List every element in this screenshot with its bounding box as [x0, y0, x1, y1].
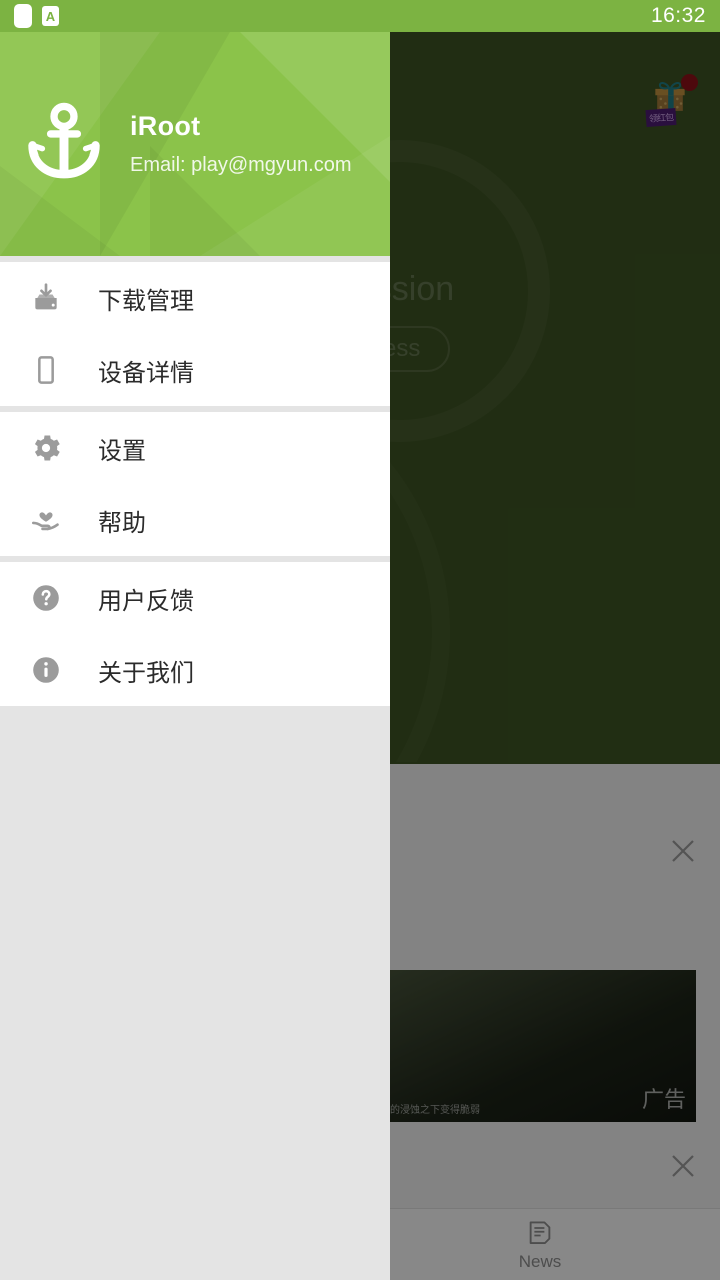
drawer-menu: 下载管理 设备详情 设置 帮助 用户反馈 关于我们 — [0, 256, 390, 712]
menu-group: 设置 帮助 — [0, 412, 390, 556]
sidebar-item-about-us[interactable]: 关于我们 — [0, 634, 390, 706]
page-title: iRoot — [130, 111, 201, 141]
sidebar-item-label: 用户反馈 — [98, 587, 194, 615]
sidebar-item-label: 设置 — [98, 437, 146, 465]
sidebar-item-user-feedback[interactable]: 用户反馈 — [0, 562, 390, 634]
anchor-icon — [28, 102, 100, 179]
download-inbox-icon — [26, 278, 66, 318]
sidebar-item-device-details[interactable]: 设备详情 — [0, 334, 390, 406]
status-bar-clock: 16:32 — [650, 4, 706, 27]
profile-email: Email: play@mgyun.com — [130, 154, 352, 176]
menu-divider — [0, 706, 390, 712]
sidebar-item-help[interactable]: 帮助 — [0, 484, 390, 556]
profile-info: iRoot Email: play@mgyun.com — [130, 111, 351, 177]
a-keyboard-icon: A — [42, 6, 59, 26]
menu-group: 下载管理 设备详情 — [0, 262, 390, 406]
sidebar-item-settings[interactable]: 设置 — [0, 412, 390, 484]
sidebar-item-label: 设备详情 — [98, 359, 194, 387]
sidebar-item-label: 关于我们 — [98, 659, 194, 687]
hand-heart-icon — [26, 500, 66, 540]
phone-device-icon — [26, 350, 66, 390]
question-circle-icon — [26, 578, 66, 618]
info-circle-icon — [26, 650, 66, 690]
gear-icon — [26, 428, 66, 468]
navigation-drawer: iRoot Email: play@mgyun.com 下载管理 设备详情 设置… — [0, 32, 390, 1280]
sidebar-item-label: 帮助 — [98, 509, 146, 537]
status-bar-icons: A — [14, 4, 59, 28]
drawer-header[interactable]: iRoot Email: play@mgyun.com — [0, 32, 390, 256]
menu-group: 用户反馈 关于我们 — [0, 562, 390, 706]
blank-notification-icon — [14, 4, 32, 28]
avatar — [18, 98, 110, 190]
sidebar-item-label: 下载管理 — [98, 287, 194, 315]
status-bar: A 16:32 — [0, 0, 720, 32]
sidebar-item-download-manager[interactable]: 下载管理 — [0, 262, 390, 334]
